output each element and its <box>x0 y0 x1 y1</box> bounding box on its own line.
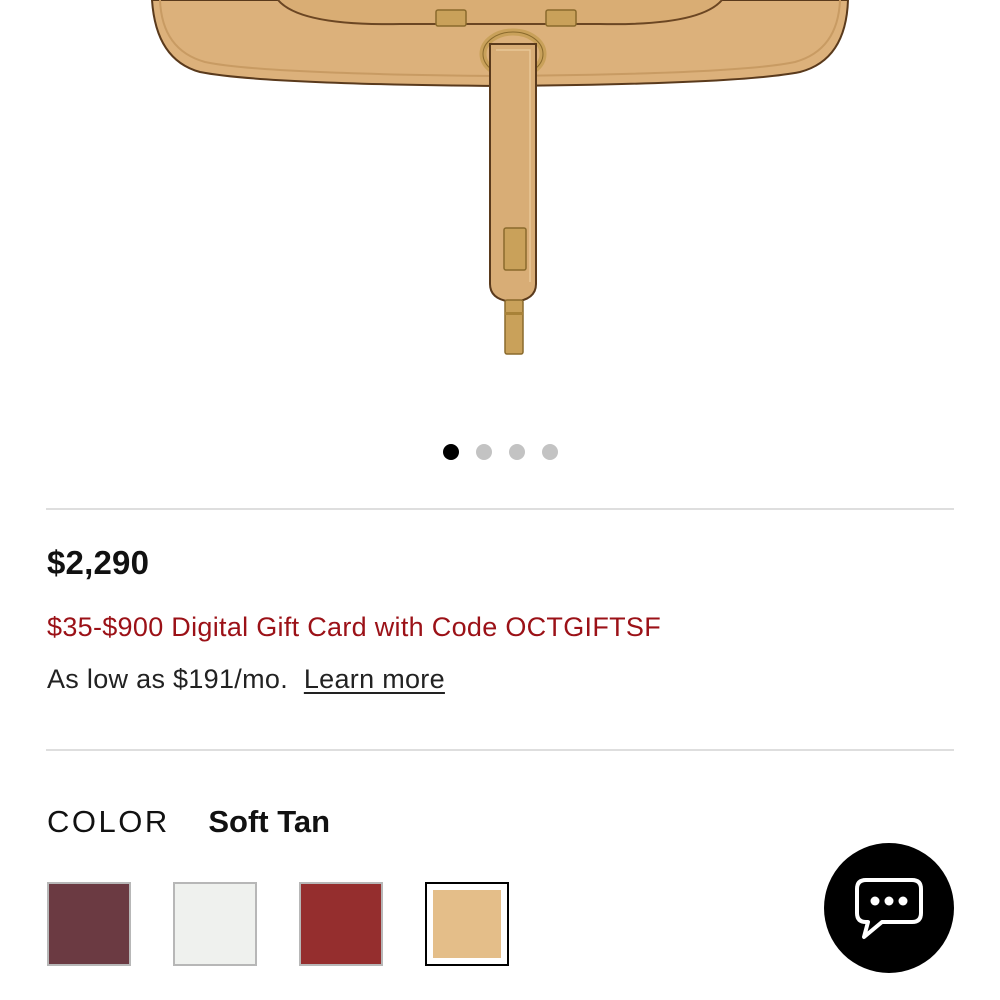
financing-text: As low as $191/mo. <box>47 664 289 694</box>
swatch-fill <box>433 890 501 958</box>
color-swatch-3[interactable] <box>299 882 383 966</box>
color-heading: COLOR Soft Tan <box>47 804 330 840</box>
chat-button[interactable] <box>824 843 954 973</box>
color-swatch-4[interactable] <box>425 882 509 966</box>
color-swatch-2[interactable] <box>173 882 257 966</box>
selected-color-name: Soft Tan <box>208 804 331 839</box>
swatch-fill <box>49 884 129 964</box>
carousel-dot-1[interactable] <box>443 444 459 460</box>
carousel-dot-2[interactable] <box>476 444 492 460</box>
swatch-fill <box>301 884 381 964</box>
product-image[interactable] <box>0 0 1000 420</box>
swatch-fill <box>175 884 255 964</box>
chat-bubble-icon <box>855 878 923 939</box>
color-swatches <box>47 882 509 966</box>
learn-more-link[interactable]: Learn more <box>304 664 445 694</box>
product-price: $2,290 <box>47 544 150 581</box>
carousel-dot-3[interactable] <box>509 444 525 460</box>
divider-bottom <box>46 749 954 751</box>
image-carousel-dots <box>443 444 558 460</box>
divider-top <box>46 508 954 510</box>
color-swatch-1[interactable] <box>47 882 131 966</box>
product-page: $2,290 $35-$900 Digital Gift Card with C… <box>0 0 1000 1000</box>
financing-message: As low as $191/mo. Learn more <box>47 664 445 695</box>
carousel-dot-4[interactable] <box>542 444 558 460</box>
color-label: COLOR <box>47 804 170 839</box>
promo-message: $35-$900 Digital Gift Card with Code OCT… <box>47 612 662 642</box>
